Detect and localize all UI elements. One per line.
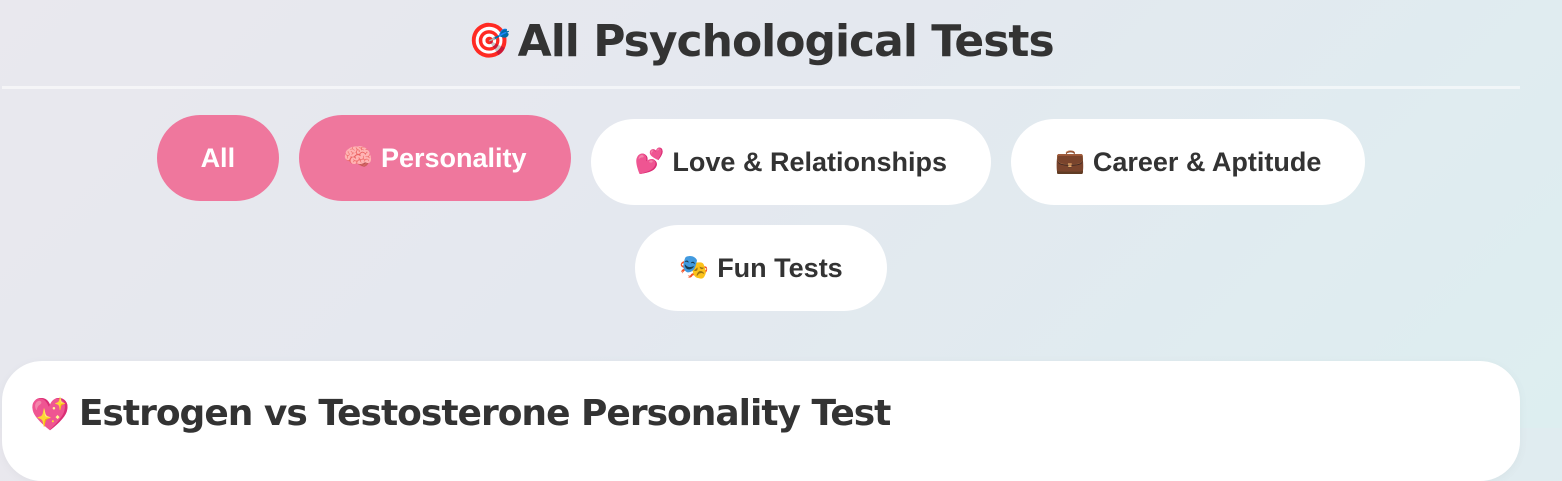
filter-label: Personality xyxy=(380,142,527,173)
filter-all-button[interactable]: All xyxy=(156,115,280,201)
filter-label: Career & Aptitude xyxy=(1092,146,1322,177)
page-title: 🎯 All Psychological Tests xyxy=(468,15,1055,67)
category-filter-row: All 🧠 Personality 💕 Love & Relationships… xyxy=(0,115,1522,205)
filter-fun-tests-button[interactable]: 🎭 Fun Tests xyxy=(635,225,887,311)
page-header: 🎯 All Psychological Tests xyxy=(0,6,1522,76)
target-icon: 🎯 xyxy=(468,21,510,61)
test-card[interactable]: 💖 Estrogen vs Testosterone Personality T… xyxy=(2,361,1520,481)
filter-personality-button[interactable]: 🧠 Personality xyxy=(299,115,571,201)
two-hearts-icon: 💕 xyxy=(634,148,665,175)
briefcase-icon: 💼 xyxy=(1054,148,1085,175)
category-filter-row-2: 🎭 Fun Tests xyxy=(0,225,1522,311)
theater-masks-icon: 🎭 xyxy=(679,254,710,281)
sparkling-heart-icon: 💖 xyxy=(30,394,70,433)
filter-label: Fun Tests xyxy=(717,252,843,283)
filter-love-relationships-button[interactable]: 💕 Love & Relationships xyxy=(590,119,991,205)
page-title-text: All Psychological Tests xyxy=(517,15,1055,67)
brain-icon: 🧠 xyxy=(343,144,373,171)
filter-label: Love & Relationships xyxy=(672,146,947,177)
filter-label: All xyxy=(200,142,236,173)
header-divider xyxy=(2,86,1520,89)
filter-career-aptitude-button[interactable]: 💼 Career & Aptitude xyxy=(1010,119,1366,205)
